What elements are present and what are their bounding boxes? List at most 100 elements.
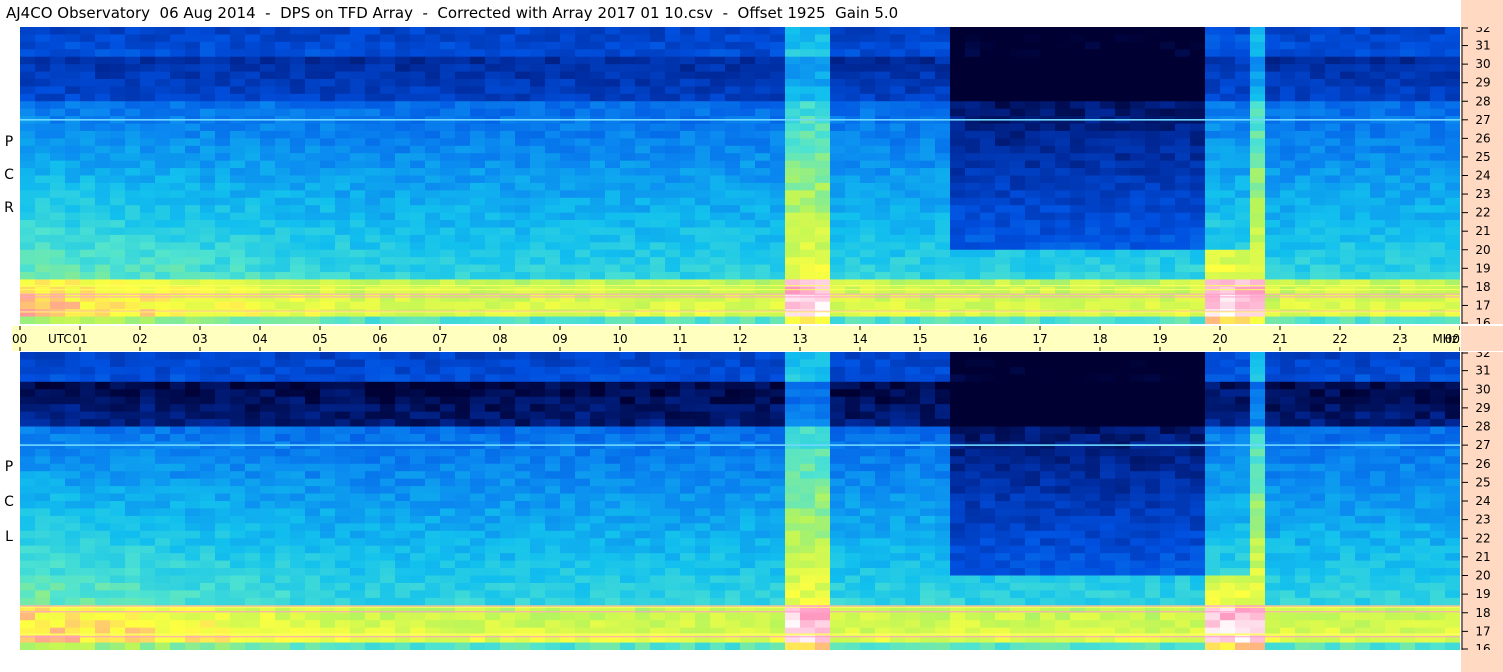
heatmap-cell — [275, 101, 291, 110]
heatmap-cell — [965, 352, 981, 361]
heatmap-cell — [590, 411, 606, 420]
heatmap-cell — [1025, 279, 1041, 288]
heatmap-cell — [890, 366, 906, 375]
heatmap-cell — [305, 272, 321, 281]
heatmap-cell — [245, 153, 261, 162]
heatmap-cell — [260, 220, 276, 229]
heatmap-cell — [1010, 389, 1026, 398]
heatmap-cell — [950, 234, 966, 243]
heatmap-cell — [275, 366, 291, 375]
heatmap-cell — [110, 86, 126, 95]
heatmap-cell — [665, 160, 681, 169]
heatmap-cell — [305, 257, 321, 266]
heatmap-cell — [860, 249, 876, 258]
heatmap-cell — [665, 309, 681, 318]
heatmap-cell — [395, 426, 411, 435]
heatmap-cell — [1055, 190, 1071, 199]
heatmap-cell — [140, 123, 156, 132]
heatmap-cell — [755, 396, 771, 405]
heatmap-cell — [1085, 366, 1101, 375]
heatmap-cell — [1370, 242, 1386, 251]
heatmap-cell — [530, 264, 546, 273]
heatmap-cell — [905, 182, 921, 191]
heatmap-cell — [920, 242, 936, 251]
heatmap-cell — [1175, 93, 1191, 102]
heatmap-cell — [260, 123, 276, 132]
heatmap-cell — [530, 49, 546, 58]
heatmap-cell — [440, 123, 456, 132]
heatmap-cell — [1295, 234, 1311, 243]
heatmap-cell — [470, 242, 486, 251]
heatmap-cell — [560, 64, 576, 73]
heatmap-cell — [140, 93, 156, 102]
heatmap-cell — [515, 153, 531, 162]
heatmap-cell — [245, 86, 261, 95]
heatmap-cell — [1160, 168, 1176, 177]
heatmap-cell — [695, 56, 711, 65]
heatmap-cell — [395, 123, 411, 132]
heatmap-cell — [575, 419, 591, 428]
heatmap-cell — [1430, 168, 1446, 177]
heatmap-cell — [200, 27, 216, 36]
heatmap-cell — [455, 359, 471, 368]
heatmap-cell — [875, 381, 891, 390]
heatmap-cell — [1445, 34, 1460, 43]
heatmap-cell — [770, 108, 786, 117]
heatmap-cell — [110, 138, 126, 147]
heatmap-cell — [1445, 220, 1460, 229]
heatmap-cell — [1340, 234, 1356, 243]
heatmap-cell — [35, 404, 51, 413]
heatmap-cell — [260, 279, 276, 288]
heatmap-cell — [1040, 366, 1056, 375]
heatmap-cell — [575, 234, 591, 243]
heatmap-cell — [920, 249, 936, 258]
heatmap-cell — [995, 257, 1011, 266]
heatmap-cell — [275, 257, 291, 266]
heatmap-cell — [890, 389, 906, 398]
heatmap-cell — [1205, 145, 1221, 154]
heatmap-cell — [665, 352, 681, 361]
heatmap-cell — [1445, 71, 1460, 80]
heatmap-cell — [1040, 396, 1056, 405]
heatmap-cell — [890, 182, 906, 191]
heatmap-cell — [785, 78, 801, 88]
heatmap-cell — [1325, 389, 1341, 398]
heatmap-cell — [410, 101, 426, 110]
heatmap-cell — [260, 86, 276, 95]
heatmap-cell — [1130, 374, 1146, 383]
heatmap-cell — [845, 411, 861, 420]
heatmap-cell — [1070, 419, 1086, 428]
heatmap-cell — [530, 212, 546, 221]
heatmap-cell — [260, 309, 276, 318]
heatmap-cell — [455, 123, 471, 132]
heatmap-cell — [365, 264, 381, 273]
heatmap-cell — [935, 153, 951, 162]
heatmap-cell — [1070, 197, 1086, 206]
heatmap-cell — [1220, 175, 1236, 184]
heatmap-cell — [320, 56, 336, 65]
heatmap-cell — [1160, 220, 1176, 229]
heatmap-cell — [1280, 234, 1296, 243]
heatmap-cell — [485, 272, 501, 281]
heatmap-cell — [635, 27, 651, 36]
heatmap-cell — [725, 27, 741, 36]
heatmap-cell — [1445, 309, 1460, 318]
heatmap-cell — [1370, 175, 1386, 184]
heatmap-cell — [1370, 168, 1386, 177]
heatmap-cell — [365, 381, 381, 390]
heatmap-cell — [1115, 130, 1131, 139]
emission-streak — [20, 293, 1460, 295]
heatmap-cell — [1085, 64, 1101, 73]
heatmap-cell — [680, 279, 696, 288]
heatmap-cell — [680, 309, 696, 318]
heatmap-cell — [1325, 301, 1341, 310]
heatmap-cell — [1445, 359, 1460, 368]
heatmap-cell — [875, 108, 891, 117]
heatmap-cell — [380, 86, 396, 95]
heatmap-cell — [1010, 101, 1026, 110]
heatmap-cell — [590, 301, 606, 310]
heatmap-cell — [1265, 389, 1281, 398]
heatmap-cell — [965, 64, 981, 73]
heatmap-cell — [1400, 197, 1416, 206]
heatmap-cell — [965, 404, 981, 413]
